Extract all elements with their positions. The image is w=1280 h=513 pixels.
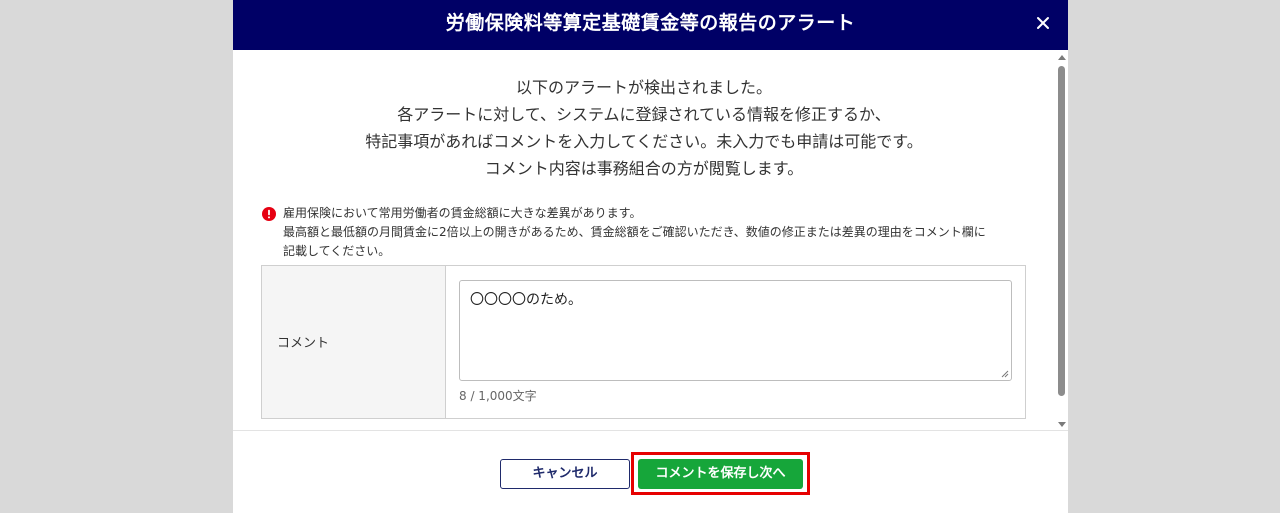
close-button[interactable] — [1030, 10, 1056, 36]
scroll-down-icon[interactable] — [1058, 422, 1066, 427]
comment-textarea[interactable]: 〇〇〇〇のため。 — [459, 280, 1012, 381]
alert-message: 雇用保険において常用労働者の賃金総額に大きな差異があります。 最高額と最低額の月… — [283, 204, 1032, 261]
dialog-title: 労働保険料等算定基礎賃金等の報告のアラート — [445, 12, 856, 34]
comment-label: コメント — [277, 336, 330, 351]
exclamation-circle-icon — [262, 207, 276, 221]
intro-line: 各アラートに対して、システムに登録されている情報を修正するか、 — [397, 105, 891, 124]
dialog-header: 労働保険料等算定基礎賃金等の報告のアラート — [233, 0, 1068, 50]
comment-table: コメント 〇〇〇〇のため。 8 / 1,000文字 — [261, 265, 1026, 419]
dialog-body: 以下のアラートが検出されました。 各アラートに対して、システムに登録されている情… — [233, 50, 1055, 430]
cancel-button[interactable]: キャンセル — [500, 459, 630, 489]
scrollbar[interactable] — [1055, 50, 1068, 430]
scrollbar-thumb[interactable] — [1058, 66, 1065, 396]
resize-handle-icon[interactable] — [1001, 370, 1009, 378]
intro-line: コメント内容は事務組合の方が閲覧します。 — [484, 159, 804, 178]
comment-text: 〇〇〇〇のため。 — [470, 292, 582, 308]
footer-divider — [233, 430, 1068, 431]
alert-item: 雇用保険において常用労働者の賃金総額に大きな差異があります。 最高額と最低額の月… — [262, 204, 1032, 261]
save-comment-next-button[interactable]: コメントを保存し次へ — [638, 459, 803, 489]
alert-dialog: 労働保険料等算定基礎賃金等の報告のアラート 以下のアラートが検出されました。 各… — [233, 0, 1068, 513]
close-icon — [1037, 17, 1049, 29]
intro-message: 以下のアラートが検出されました。 各アラートに対して、システムに登録されている情… — [233, 74, 1055, 182]
alert-line: 雇用保険において常用労働者の賃金総額に大きな差異があります。 — [283, 206, 642, 220]
intro-line: 特記事項があればコメントを入力してください。未入力でも申請は可能です。 — [365, 132, 923, 151]
alert-line: 記載してください。 — [283, 244, 391, 258]
char-count: 8 / 1,000文字 — [459, 389, 537, 403]
alert-line: 最高額と最低額の月間賃金に2倍以上の開きがあるため、賃金総額をご確認いただき、数… — [283, 225, 986, 239]
intro-line: 以下のアラートが検出されました。 — [515, 78, 772, 97]
comment-label-cell: コメント — [262, 266, 446, 418]
scroll-up-icon[interactable] — [1058, 55, 1066, 60]
